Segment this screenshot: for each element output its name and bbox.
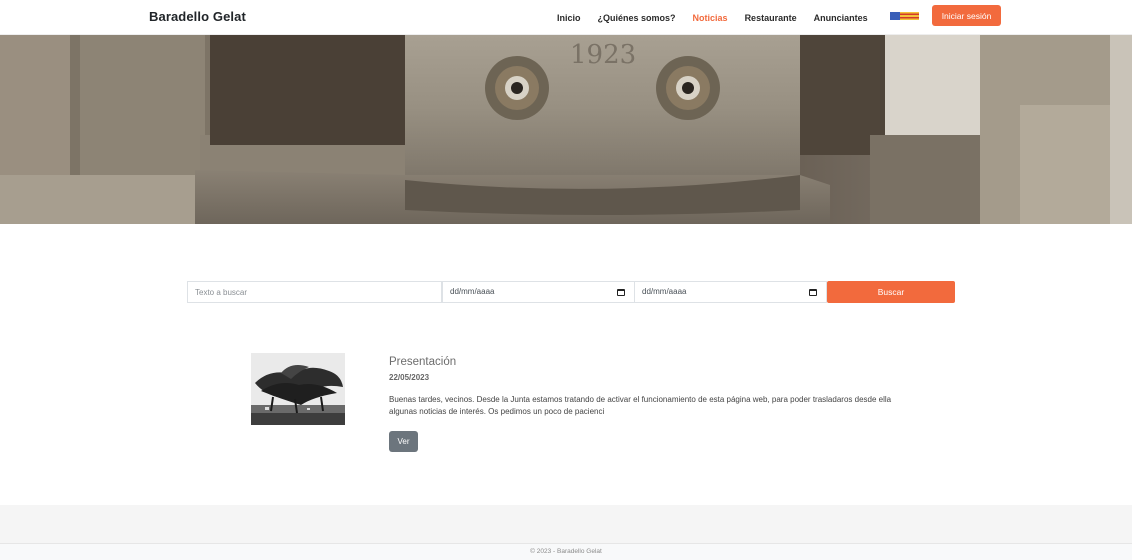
- search-text-field[interactable]: [187, 281, 442, 303]
- fountain-photo: 1923: [0, 35, 1132, 224]
- news-title[interactable]: Presentación: [389, 356, 456, 368]
- news-date: 22/05/2023: [389, 373, 430, 382]
- footer-copyright: © 2023 - Baradello Gelat: [530, 548, 602, 555]
- news-thumbnail-image: [251, 353, 345, 425]
- calendar-icon[interactable]: [617, 288, 625, 296]
- date-from-value: dd/mm/aaaa: [450, 287, 495, 296]
- date-to-field[interactable]: dd/mm/aaaa: [634, 281, 827, 303]
- engraved-year: 1923: [570, 40, 636, 70]
- page-footer: © 2023 - Baradello Gelat: [0, 543, 1132, 560]
- brand-logo[interactable]: Baradello Gelat: [149, 9, 246, 24]
- date-to-value: dd/mm/aaaa: [642, 287, 687, 296]
- nav-item-noticias[interactable]: Noticias: [693, 13, 728, 23]
- nav-item-restaurante[interactable]: Restaurante: [745, 13, 797, 23]
- top-navbar: Baradello Gelat Inicio ¿Quiénes somos? N…: [0, 0, 1132, 35]
- flag-blue-band: [890, 12, 900, 20]
- news-excerpt: Buenas tardes, vecinos. Desde la Junta e…: [389, 395, 892, 416]
- nav-item-anunciantes[interactable]: Anunciantes: [814, 13, 868, 23]
- hero-banner-image: 1923: [0, 35, 1132, 224]
- valencian-flag-icon[interactable]: [890, 12, 919, 20]
- calendar-icon[interactable]: [809, 288, 817, 296]
- login-button[interactable]: Iniciar sesión: [932, 5, 1001, 26]
- view-news-button[interactable]: Ver: [389, 431, 418, 452]
- search-button[interactable]: Buscar: [827, 281, 955, 303]
- date-from-field[interactable]: dd/mm/aaaa: [442, 281, 635, 303]
- nav-item-quienes-somos[interactable]: ¿Quiénes somos?: [598, 13, 676, 23]
- flag-stripes: [900, 12, 919, 20]
- nav-item-inicio[interactable]: Inicio: [557, 13, 581, 23]
- footer-band: [0, 505, 1132, 543]
- windswept-trees-photo: [251, 353, 345, 425]
- main-nav: Inicio ¿Quiénes somos? Noticias Restaura…: [557, 0, 885, 35]
- search-text-input[interactable]: [195, 282, 434, 302]
